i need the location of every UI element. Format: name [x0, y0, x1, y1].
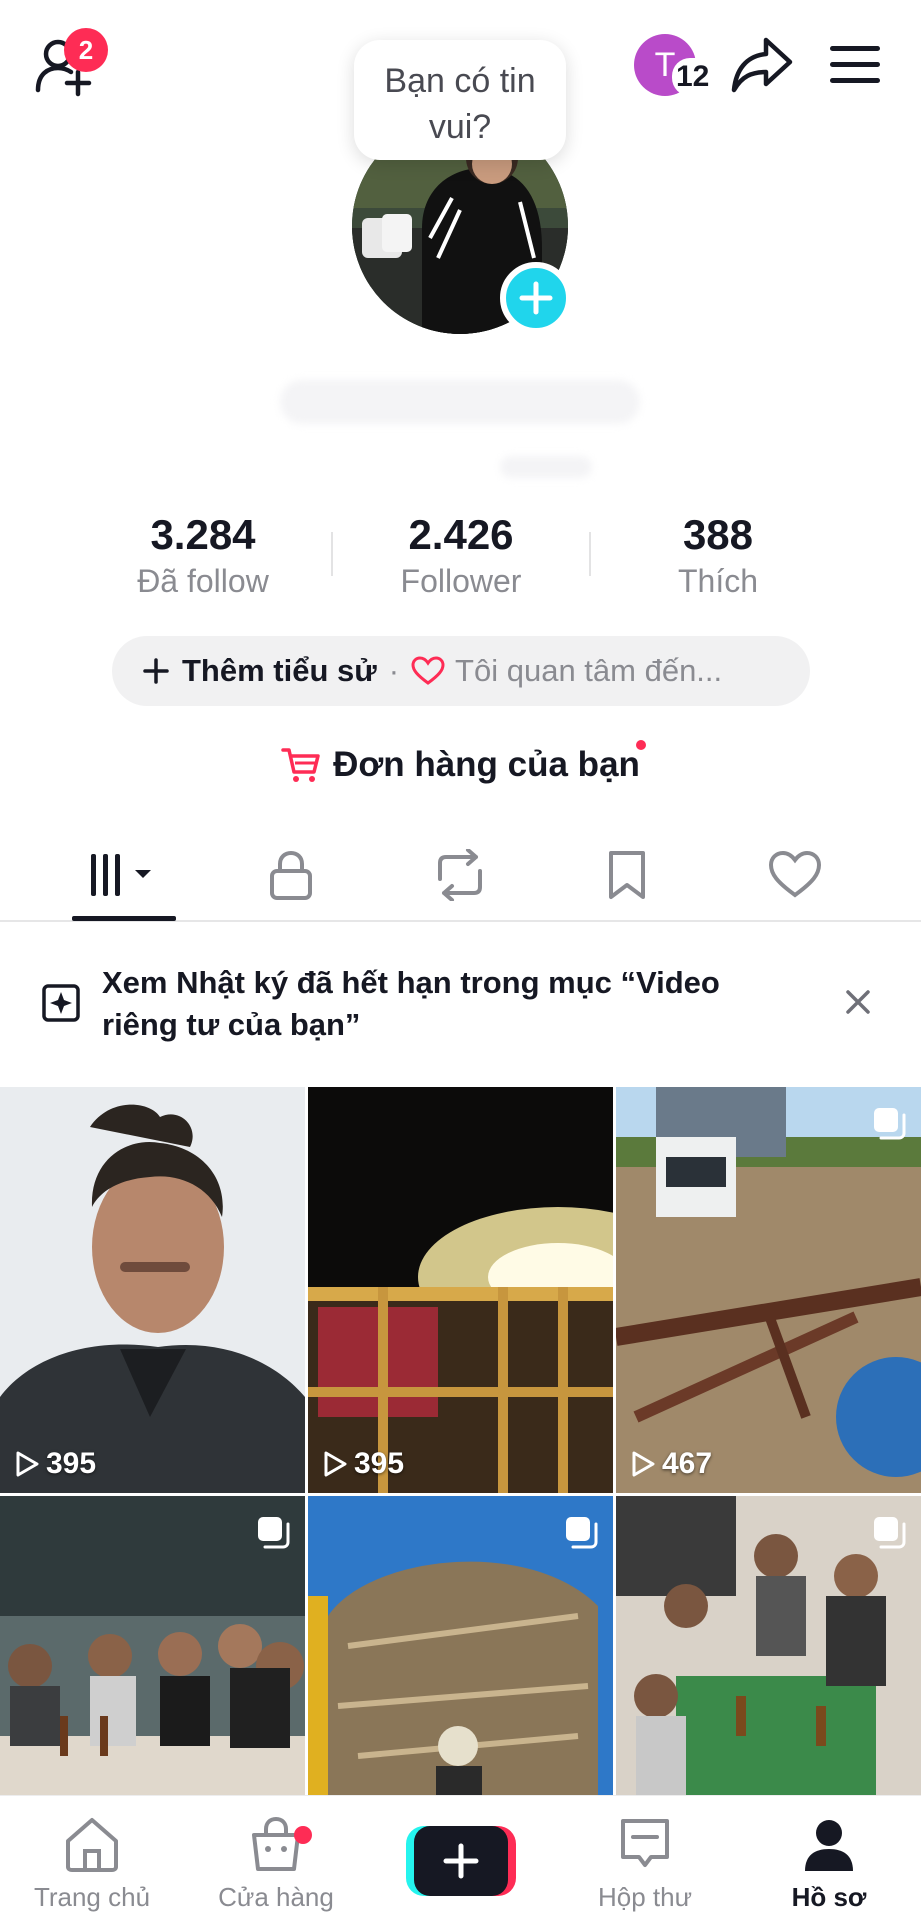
profile-stats: 3.284 Đã follow 2.426 Follower 388 Thích	[0, 510, 921, 600]
interests-label: Tôi quan tâm đến...	[455, 653, 723, 688]
video-thumbnail[interactable]: 467	[616, 1087, 921, 1493]
tab-reposts[interactable]	[405, 840, 515, 910]
video-thumbnail[interactable]: 395	[0, 1087, 305, 1493]
interests-button[interactable]: Tôi quan tâm đến...	[411, 653, 722, 689]
stat-divider	[331, 532, 333, 576]
profile-icon	[805, 1820, 853, 1871]
inbox-icon	[621, 1819, 669, 1867]
active-tab-indicator	[72, 916, 176, 921]
tab-favorites[interactable]	[572, 840, 682, 910]
shopping-bag-icon	[252, 1816, 300, 1871]
add-bio-button[interactable]: Thêm tiểu sử	[142, 653, 377, 689]
play-icon	[632, 1451, 655, 1477]
nav-profile-label: Hồ sơ	[791, 1882, 867, 1912]
view-count: 395	[14, 1447, 96, 1481]
view-count-text: 395	[46, 1447, 97, 1480]
view-count: 395	[322, 1447, 404, 1481]
shopping-cart-icon	[281, 748, 320, 782]
bio-pill: Thêm tiểu sử · Tôi quan tâm đến...	[112, 636, 810, 706]
note-text: Bạn có tin vui?	[384, 62, 536, 146]
bookmark-icon	[609, 851, 645, 899]
plus-icon	[519, 281, 553, 315]
likes-count: 388	[682, 511, 754, 558]
add-bio-label: Thêm tiểu sử	[182, 653, 377, 688]
menu-button[interactable]	[828, 42, 882, 86]
followers-stat[interactable]: 2.426 Follower	[351, 510, 571, 602]
nav-home-label: Trang chủ	[33, 1882, 151, 1912]
likes-stat[interactable]: 388 Thích	[608, 510, 828, 602]
plus-icon	[143, 658, 169, 684]
heart-icon	[411, 656, 445, 685]
multi-photo-icon	[874, 1517, 906, 1549]
play-icon	[324, 1451, 347, 1477]
blurred-username	[280, 380, 640, 424]
close-icon[interactable]	[844, 988, 872, 1016]
note-bubble[interactable]: Bạn có tin vui?	[354, 40, 566, 160]
content-tabs	[0, 830, 921, 922]
hamburger-menu-icon	[830, 46, 880, 83]
nav-profile[interactable]: Hồ sơ	[737, 1812, 921, 1913]
video-thumbnail-image	[616, 1087, 921, 1493]
tab-private[interactable]	[236, 840, 346, 910]
sparkle-badge-icon	[42, 984, 80, 1022]
friend-requests-badge: 2	[64, 28, 108, 72]
view-count: 467	[630, 1447, 712, 1481]
lock-icon	[270, 850, 312, 900]
nav-inbox[interactable]: Hộp thư	[553, 1812, 737, 1913]
nav-shop-label: Cửa hàng	[218, 1882, 334, 1912]
stat-divider	[589, 532, 591, 576]
play-icon	[16, 1451, 39, 1477]
view-count-text: 467	[662, 1447, 713, 1480]
multi-photo-icon	[258, 1517, 290, 1549]
plus-icon	[443, 1843, 479, 1879]
grid-filter-icon	[91, 854, 151, 896]
bottom-navigation: Trang chủ Cửa hàng Hộp thư Hồ sơ	[0, 1795, 921, 1920]
multi-photo-icon	[566, 1517, 598, 1549]
video-grid: 395 395 467	[0, 1087, 921, 1902]
following-label: Đã follow	[137, 563, 269, 599]
video-thumbnail[interactable]: 395	[308, 1087, 613, 1493]
video-thumbnail-image	[0, 1087, 305, 1493]
nav-home[interactable]: Trang chủ	[0, 1812, 184, 1913]
story-count-badge: 12	[672, 58, 714, 96]
multi-photo-icon	[874, 1108, 906, 1140]
nav-inbox-label: Hộp thư	[597, 1882, 692, 1912]
heart-icon	[768, 850, 822, 898]
orders-label: Đơn hàng của bạn	[333, 745, 640, 784]
followers-label: Follower	[400, 563, 522, 599]
following-count: 3.284	[150, 511, 256, 558]
share-profile-button[interactable]	[730, 34, 794, 96]
add-story-button[interactable]	[500, 262, 572, 334]
followers-count: 2.426	[408, 511, 514, 558]
home-icon	[66, 1818, 118, 1872]
create-button[interactable]	[406, 1826, 516, 1896]
shop-notification-dot	[294, 1826, 312, 1844]
video-thumbnail-image	[308, 1087, 613, 1493]
likes-label: Thích	[677, 563, 759, 599]
repost-icon	[438, 849, 482, 901]
tab-videos[interactable]	[70, 840, 180, 910]
banner-text: Xem Nhật ký đã hết hạn trong mục “Video …	[102, 965, 720, 1042]
add-friend-button[interactable]: 2	[34, 28, 108, 100]
orders-notification-dot	[636, 740, 646, 750]
bio-separator: ·	[388, 653, 400, 688]
nav-shop[interactable]: Cửa hàng	[184, 1812, 368, 1913]
tab-liked[interactable]	[740, 840, 850, 910]
blurred-handle	[500, 456, 592, 478]
expired-diary-banner[interactable]: Xem Nhật ký đã hết hạn trong mục “Video …	[0, 962, 921, 1052]
following-stat[interactable]: 3.284 Đã follow	[93, 510, 313, 602]
view-count-text: 395	[354, 1447, 405, 1480]
share-arrow-icon	[731, 37, 793, 93]
orders-link[interactable]: Đơn hàng của bạn	[0, 740, 921, 790]
